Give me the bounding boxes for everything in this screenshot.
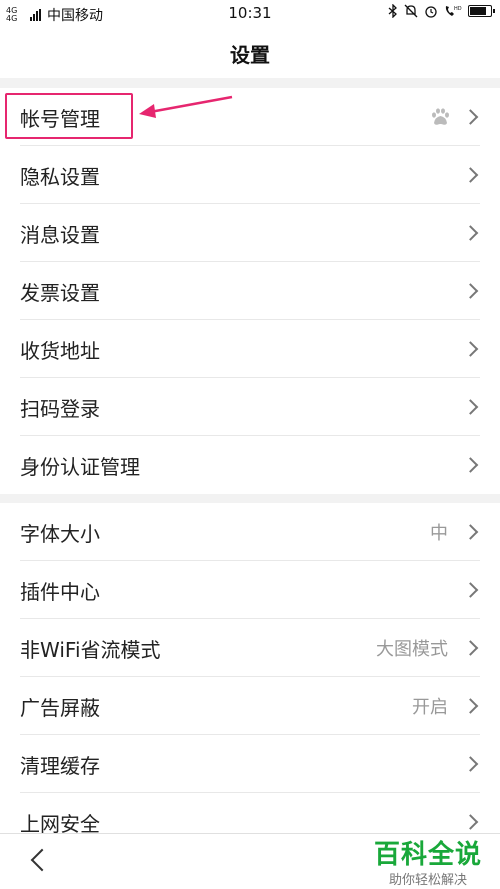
row-value: 中 bbox=[430, 523, 448, 544]
chevron-right-icon bbox=[462, 457, 479, 473]
row-label: 消息设置 bbox=[20, 222, 100, 247]
back-icon[interactable] bbox=[30, 848, 54, 872]
chevron-right-icon bbox=[462, 225, 479, 241]
chevron-right-icon bbox=[462, 756, 479, 772]
chevron-right-icon bbox=[462, 698, 479, 714]
row-label: 收货地址 bbox=[20, 338, 100, 363]
row-value: 开启 bbox=[412, 697, 448, 718]
chevron-right-icon bbox=[462, 341, 479, 357]
settings-row-scan-login[interactable]: 扫码登录 bbox=[0, 378, 500, 436]
watermark-logo: 百科全说 助你轻松解决 bbox=[374, 834, 482, 888]
chevron-right-icon bbox=[462, 582, 479, 598]
row-label: 非WiFi省流模式 bbox=[20, 637, 161, 662]
row-label: 身份认证管理 bbox=[20, 454, 140, 479]
settings-row-font-size[interactable]: 字体大小 中 bbox=[0, 503, 500, 561]
row-label: 广告屏蔽 bbox=[20, 695, 100, 720]
settings-row-identity[interactable]: 身份认证管理 bbox=[0, 436, 500, 494]
row-label: 清理缓存 bbox=[20, 753, 100, 778]
row-label: 字体大小 bbox=[20, 521, 100, 546]
chevron-right-icon bbox=[462, 524, 479, 540]
row-value: 大图模式 bbox=[376, 639, 448, 660]
chevron-right-icon bbox=[462, 814, 479, 830]
settings-group-general: 字体大小 中 插件中心 非WiFi省流模式 大图模式 广告屏蔽 开启 清理缓存 … bbox=[0, 503, 500, 851]
settings-row-ad-block[interactable]: 广告屏蔽 开启 bbox=[0, 677, 500, 735]
settings-row-message[interactable]: 消息设置 bbox=[0, 204, 500, 262]
row-label: 发票设置 bbox=[20, 280, 100, 305]
settings-row-plugins[interactable]: 插件中心 bbox=[0, 561, 500, 619]
chevron-right-icon bbox=[462, 283, 479, 299]
chevron-right-icon bbox=[462, 640, 479, 656]
watermark-title: 百科全说 bbox=[373, 840, 482, 870]
row-label: 插件中心 bbox=[20, 579, 100, 604]
annotation-arrow-icon bbox=[139, 95, 233, 118]
settings-row-clear-cache[interactable]: 清理缓存 bbox=[0, 735, 500, 793]
settings-row-address[interactable]: 收货地址 bbox=[0, 320, 500, 378]
settings-row-invoice[interactable]: 发票设置 bbox=[0, 262, 500, 320]
settings-row-data-saver[interactable]: 非WiFi省流模式 大图模式 bbox=[0, 619, 500, 677]
chevron-right-icon bbox=[462, 399, 479, 415]
bottom-toolbar: 百科全说 助你轻松解决 bbox=[0, 833, 500, 889]
row-label: 扫码登录 bbox=[20, 396, 100, 421]
watermark-subtitle: 助你轻松解决 bbox=[388, 873, 467, 888]
